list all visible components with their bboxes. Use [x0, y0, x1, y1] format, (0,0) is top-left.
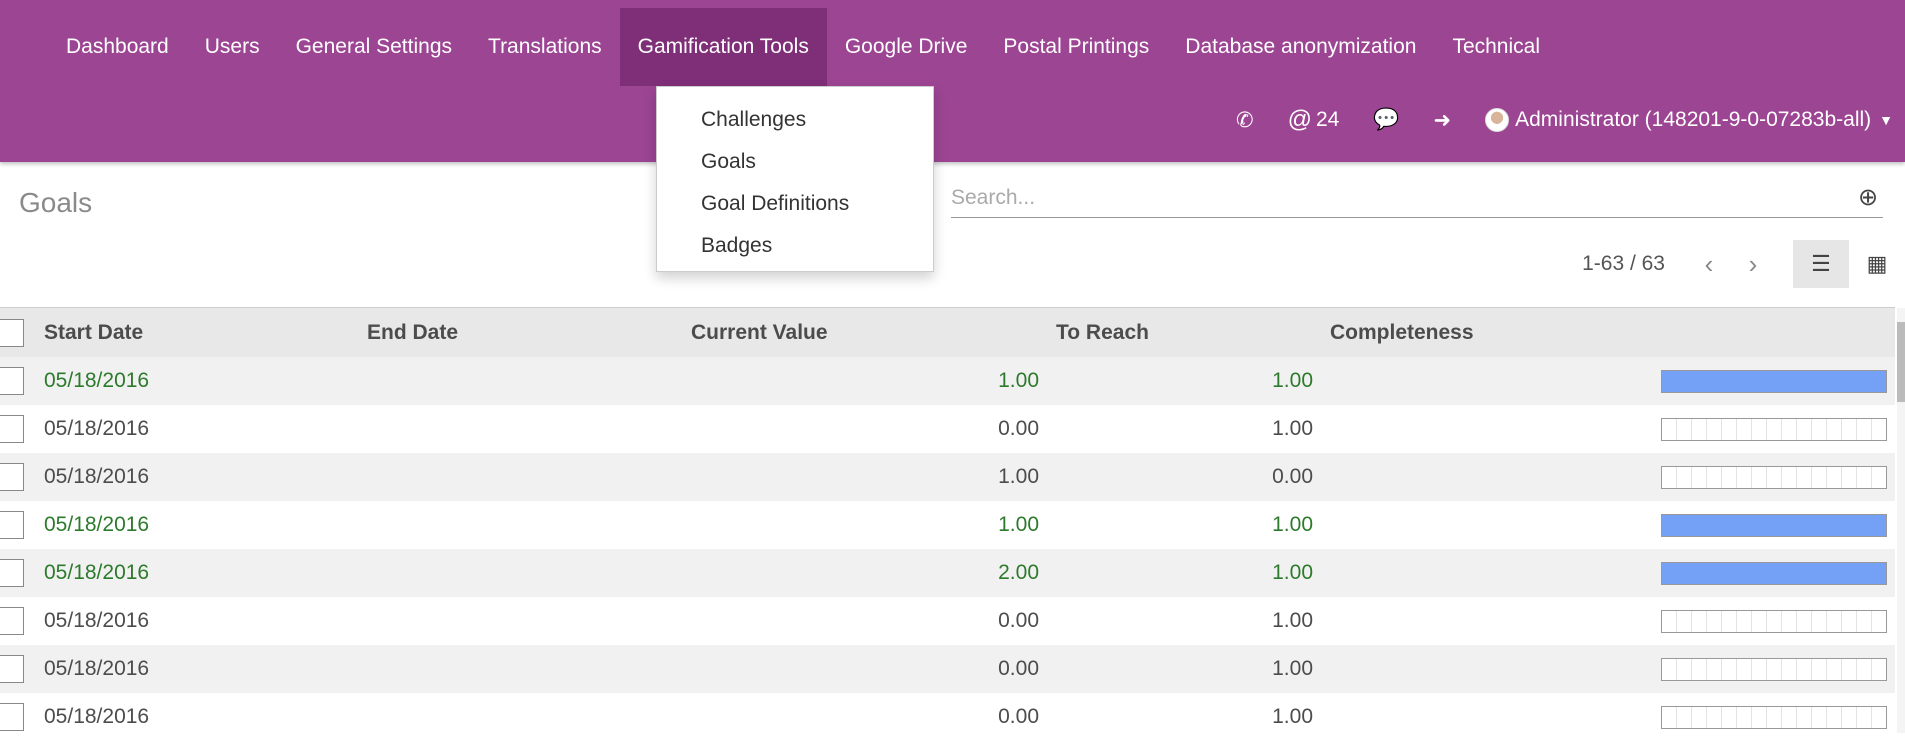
scrollbar[interactable]: [1897, 308, 1905, 733]
column-header[interactable]: Start Date: [44, 321, 143, 345]
completeness-bar: [1661, 417, 1887, 441]
search-input[interactable]: [951, 185, 1853, 210]
current-value: 1.00: [998, 465, 1039, 488]
table-header: Start Date End Date Current Value To Reach C…: [0, 308, 1895, 357]
table-row[interactable]: 05/18/2016 2.00 1.00: [0, 549, 1895, 597]
completeness-bar: [1661, 369, 1887, 393]
user-menu[interactable]: Administrator (148201-9-0-07283b-all) ▼: [1485, 108, 1893, 132]
nav-item-postal-printings[interactable]: Postal Printings: [985, 8, 1167, 86]
menu-item-goals[interactable]: Goals: [657, 141, 933, 183]
column-header[interactable]: To Reach: [1056, 321, 1149, 345]
table-row[interactable]: 05/18/2016 0.00 1.00: [0, 405, 1895, 453]
pager: 1-63 / 63 ‹ › ☰ ▦: [1582, 240, 1905, 288]
menu-item-badges[interactable]: Badges: [657, 225, 933, 267]
row-checkbox[interactable]: [0, 463, 24, 491]
completeness-bar: [1661, 609, 1887, 633]
to-reach: 1.00: [1272, 705, 1313, 728]
nav-item-translations[interactable]: Translations: [470, 8, 620, 86]
chat-icon[interactable]: 💬: [1373, 108, 1399, 132]
to-reach: 1.00: [1272, 513, 1313, 536]
nav-item-google-drive[interactable]: Google Drive: [827, 8, 986, 86]
nav-item-technical[interactable]: Technical: [1434, 8, 1558, 86]
nav-item-database-anonymization[interactable]: Database anonymization: [1167, 8, 1434, 86]
nav-item-users[interactable]: Users: [187, 8, 278, 86]
to-reach: 1.00: [1272, 369, 1313, 392]
to-reach: 0.00: [1272, 465, 1313, 488]
completeness-bar: [1661, 561, 1887, 585]
pager-value[interactable]: 1-63 / 63: [1582, 252, 1665, 276]
mentions-button[interactable]: @24: [1288, 106, 1340, 134]
table-row[interactable]: 05/18/2016 1.00 1.00: [0, 357, 1895, 405]
current-value: 2.00: [998, 561, 1039, 584]
to-reach: 1.00: [1272, 657, 1313, 680]
start-date: 05/18/2016: [44, 513, 150, 536]
row-checkbox[interactable]: [0, 511, 24, 539]
start-date: 05/18/2016: [44, 465, 150, 488]
phone-icon[interactable]: ✆: [1236, 108, 1254, 133]
search-bar: ⊕: [951, 178, 1883, 218]
start-date: 05/18/2016: [44, 705, 150, 728]
row-checkbox[interactable]: [0, 559, 24, 587]
completeness-bar: [1661, 705, 1887, 729]
current-value: 1.00: [998, 513, 1039, 536]
completeness-bar: [1661, 465, 1887, 489]
page-title: Goals: [19, 187, 93, 218]
table-row[interactable]: 05/18/2016 0.00 1.00: [0, 693, 1895, 741]
avatar: [1485, 108, 1510, 132]
caret-down-icon: ▼: [1879, 112, 1893, 128]
completeness-fill: [1662, 562, 1886, 584]
start-date: 05/18/2016: [44, 561, 150, 584]
menu-item-challenges[interactable]: Challenges: [657, 99, 933, 141]
goals-table: Start Date End Date Current Value To Reach C…: [0, 307, 1895, 741]
previous-page-button[interactable]: ‹: [1687, 240, 1731, 288]
completeness-fill: [1662, 370, 1886, 392]
current-value: 0.00: [998, 417, 1039, 440]
to-reach: 1.00: [1272, 609, 1313, 632]
user-name: Administrator (148201-9-0-07283b-all): [1515, 108, 1872, 131]
column-header[interactable]: Current Value: [691, 321, 828, 345]
start-date: 05/18/2016: [44, 369, 150, 392]
select-all-checkbox[interactable]: [0, 318, 24, 347]
row-checkbox[interactable]: [0, 607, 24, 635]
nav-item-dashboard[interactable]: Dashboard: [48, 8, 187, 86]
current-value: 0.00: [998, 657, 1039, 680]
table-row[interactable]: 05/18/2016 0.00 1.00: [0, 645, 1895, 693]
completeness-bar: [1661, 657, 1887, 681]
systray: ✆ @24 💬 ➜ Administrator (148201-9-0-0728…: [1202, 106, 1893, 134]
column-header[interactable]: End Date: [367, 321, 458, 345]
scrollbar-thumb[interactable]: [1897, 322, 1905, 402]
list-view-button[interactable]: ☰: [1793, 240, 1849, 288]
table-row[interactable]: 05/18/2016 0.00 1.00: [0, 597, 1895, 645]
next-page-button[interactable]: ›: [1731, 240, 1775, 288]
row-checkbox[interactable]: [0, 655, 24, 683]
row-checkbox[interactable]: [0, 703, 24, 731]
start-date: 05/18/2016: [44, 417, 150, 440]
start-date: 05/18/2016: [44, 609, 150, 632]
completeness-bar: [1661, 513, 1887, 537]
table-row[interactable]: 05/18/2016 1.00 1.00: [0, 501, 1895, 549]
to-reach: 1.00: [1272, 417, 1313, 440]
row-checkbox[interactable]: [0, 415, 24, 443]
at-icon: @: [1287, 106, 1312, 133]
table-row[interactable]: 05/18/2016 1.00 0.00: [0, 453, 1895, 501]
current-value: 1.00: [998, 369, 1039, 392]
to-reach: 1.00: [1272, 561, 1313, 584]
row-checkbox[interactable]: [0, 367, 24, 395]
sign-in-icon[interactable]: ➜: [1434, 108, 1452, 133]
gamification-dropdown: Challenges Goals Goal Definitions Badges: [656, 86, 934, 272]
menu-item-goal-definitions[interactable]: Goal Definitions: [657, 183, 933, 225]
top-navbar: Dashboard Users General Settings Translatio…: [0, 0, 1905, 162]
current-value: 0.00: [998, 609, 1039, 632]
completeness-fill: [1662, 514, 1886, 536]
search-plus-icon[interactable]: ⊕: [1853, 183, 1883, 213]
kanban-view-button[interactable]: ▦: [1849, 240, 1905, 288]
nav-item-general-settings[interactable]: General Settings: [278, 8, 470, 86]
current-value: 0.00: [998, 705, 1039, 728]
mentions-count: 24: [1316, 108, 1340, 131]
start-date: 05/18/2016: [44, 657, 150, 680]
column-header[interactable]: Completeness: [1330, 321, 1474, 345]
main-menu: Dashboard Users General Settings Translatio…: [48, 8, 1558, 86]
nav-item-gamification-tools[interactable]: Gamification Tools: [619, 8, 827, 86]
